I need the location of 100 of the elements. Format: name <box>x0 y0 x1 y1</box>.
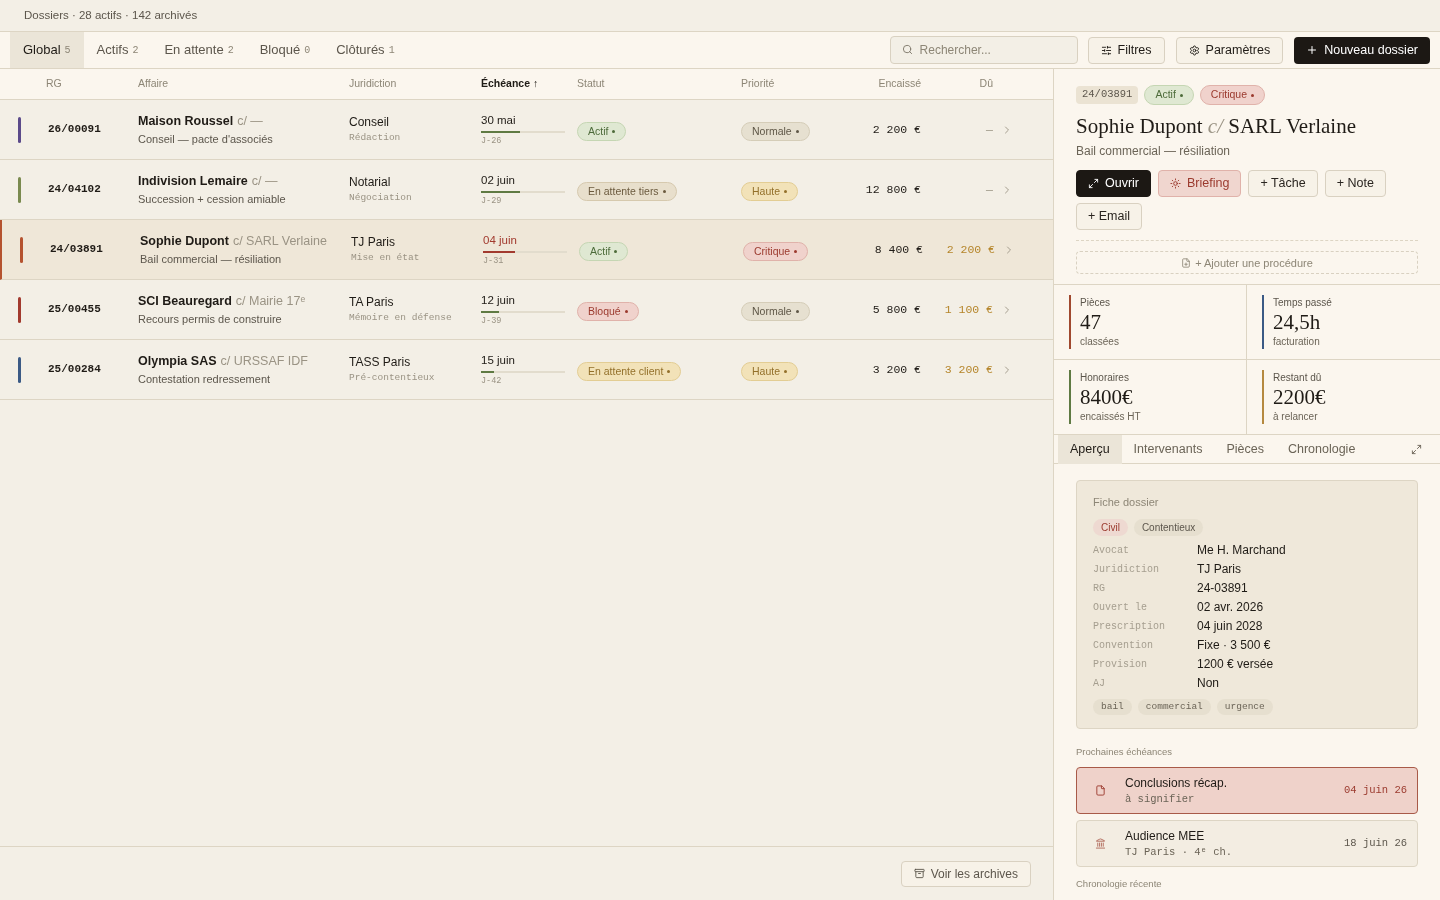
deadline-card[interactable]: Conclusions récap. à signifier 04 juin 26 <box>1076 767 1418 815</box>
table-cell-text: 25/00455 <box>47 302 102 318</box>
countdown: J-29 <box>481 194 503 208</box>
archives-button[interactable]: Voir les archives <box>900 860 1031 887</box>
table-row[interactable]: 26/00091 Maison Roussel c/ — Conseil — pacte d'associés Conseil Rédaction 30 mai J-26 Actif Normale 2 200 € — <box>0 100 1053 160</box>
table-row[interactable]: 24/03891 Sophie Dupont c/ SARL Verlaine Bail commercial — résiliation TJ Paris Mise en état 04 juin J-31 Actif Critique 8 400 € 2 200 € <box>0 220 1053 280</box>
stat-value: 2200€ <box>1273 385 1327 410</box>
case-title: Sophie Dupont c/ SARL Verlaine <box>1076 112 1357 140</box>
sun-icon <box>1170 178 1182 190</box>
deadline-date: 18 juin 26 <box>1344 835 1407 851</box>
party-name: Olympia SAS <box>138 352 217 370</box>
field-label: Prescription <box>1093 619 1166 634</box>
detail-tab[interactable]: Intervenants <box>1121 434 1215 464</box>
deadline-card[interactable]: Audience MEE TJ Paris · 4ᵉ ch. 18 juin 26 <box>1076 820 1418 868</box>
table-cell-text: 1 100 € <box>943 301 994 318</box>
table-cell-text: 3 200 € <box>943 361 994 378</box>
settings-icon <box>1188 44 1200 56</box>
dot-icon <box>662 190 666 194</box>
status-badge: Normale <box>741 301 810 322</box>
opponent-name: c/ — <box>251 172 278 190</box>
column-header[interactable]: Statut <box>577 76 741 92</box>
dot-icon <box>1179 93 1183 97</box>
court-name: TJ Paris <box>351 234 396 252</box>
filter-tab[interactable]: Bloqué 0 <box>246 32 324 68</box>
settings-button[interactable]: Paramètres <box>1175 36 1284 64</box>
court-name: Conseil <box>349 114 391 132</box>
case-subject: Recours permis de construire <box>138 311 283 327</box>
countdown: J-31 <box>483 254 505 268</box>
expand-icon[interactable] <box>1411 443 1422 455</box>
procedure-stage: Mémoire en défense <box>349 311 453 326</box>
case-subject: Conseil — pacte d'associés <box>138 131 274 147</box>
due-date: 04 juin <box>483 232 518 248</box>
field-value: Fixe · 3 500 € <box>1197 636 1272 654</box>
file-plus-icon <box>1181 257 1192 268</box>
detail-tab[interactable]: Aperçu <box>1058 434 1122 464</box>
procedure-stage: Mise en état <box>351 251 421 266</box>
keyword-tag: commercial <box>1137 698 1211 715</box>
dot-icon <box>784 370 788 374</box>
due-date: 30 mai <box>481 112 517 128</box>
column-header[interactable]: Juridiction <box>349 76 481 92</box>
detail-tab[interactable]: Pièces <box>1214 434 1276 464</box>
case-subject: Contestation redressement <box>138 371 272 387</box>
deadline-date: 04 juin 26 <box>1344 782 1407 798</box>
column-header[interactable]: Échéance ↑ <box>481 76 577 92</box>
card-title: Fiche dossier <box>1093 495 1160 511</box>
filter-tab[interactable]: En attente 2 <box>151 32 247 68</box>
case-number: 24/03891 <box>1076 86 1139 104</box>
stat-note: classées <box>1080 335 1120 350</box>
search-field[interactable]: Rechercher... <box>889 36 1078 64</box>
action-button[interactable]: + Note <box>1324 170 1386 198</box>
status-badge: Actif <box>577 121 627 142</box>
due-date: 02 juin <box>481 172 516 188</box>
filters-button[interactable]: Filtres <box>1087 36 1165 64</box>
countdown: J-26 <box>481 134 503 148</box>
stat-label: Honoraires <box>1080 371 1130 386</box>
procedure-stage: Pré-contentieux <box>349 371 436 386</box>
column-header[interactable]: Priorité <box>741 76 841 92</box>
add-procedure-button[interactable]: + Ajouter une procédure <box>1076 251 1418 275</box>
party-name: SCI Beauregard <box>138 292 232 310</box>
table-cell-text: — <box>985 121 994 138</box>
column-header[interactable]: RG <box>46 76 138 92</box>
dot-icon <box>795 310 799 314</box>
table-row[interactable]: 25/00455 SCI Beauregard c/ Mairie 17ᵉ Recours permis de construire TA Paris Mémoire en défense 12 juin J-39 Bloqué Normale 5 800 € 1 100 € <box>0 280 1053 340</box>
table-row[interactable]: 25/00284 Olympia SAS c/ URSSAF IDF Contestation redressement TASS Paris Pré-contentieux 15 juin J-42 En attente client Haute 3 200 € 3 200 € <box>0 340 1053 400</box>
status-badge: En attente client <box>577 361 682 382</box>
dot-icon <box>614 250 618 254</box>
stat-value: 24,5h <box>1273 310 1322 335</box>
party-name: Sophie Dupont <box>140 232 229 250</box>
case-subject: Bail commercial — résiliation <box>140 251 283 267</box>
action-button[interactable]: + Email <box>1076 203 1143 231</box>
column-header[interactable]: Encaissé <box>841 76 929 92</box>
status-badge: Critique <box>743 241 809 262</box>
column-header[interactable]: Affaire <box>138 76 349 92</box>
case-subject: Bail commercial — résiliation <box>1076 143 1232 161</box>
action-button[interactable]: Briefing <box>1158 170 1242 198</box>
plus-icon <box>1306 44 1319 56</box>
field-value: 24-03891 <box>1197 579 1249 597</box>
keyword-tag: urgence <box>1216 698 1273 715</box>
field-value: TJ Paris <box>1197 560 1242 578</box>
action-button[interactable]: Ouvrir <box>1076 170 1152 198</box>
filter-tab[interactable]: Global 5 <box>10 32 84 68</box>
filter-tab[interactable]: Actifs 2 <box>83 32 152 68</box>
court-name: TA Paris <box>349 294 395 312</box>
field-label: Provision <box>1093 657 1148 672</box>
category-tag: Contentieux <box>1133 518 1204 536</box>
action-button[interactable]: + Tâche <box>1248 170 1318 198</box>
countdown: J-39 <box>481 314 503 328</box>
stat-label: Temps passé <box>1273 296 1333 311</box>
stat-label: Pièces <box>1080 296 1111 311</box>
column-header[interactable]: Dû <box>929 76 1001 92</box>
stat-note: facturation <box>1273 335 1321 350</box>
field-label: Juridiction <box>1093 562 1160 577</box>
case-subject: Succession + cession amiable <box>138 191 287 207</box>
new-folder-button[interactable]: Nouveau dossier <box>1294 36 1430 64</box>
table-cell-text: 25/00284 <box>47 362 102 378</box>
filter-tab[interactable]: Clôturés 1 <box>323 32 408 68</box>
opponent-name: c/ URSSAF IDF <box>220 352 308 370</box>
detail-tab[interactable]: Chronologie <box>1275 434 1368 464</box>
table-cell-text: 26/00091 <box>47 122 102 138</box>
dot-icon <box>795 130 799 134</box>
